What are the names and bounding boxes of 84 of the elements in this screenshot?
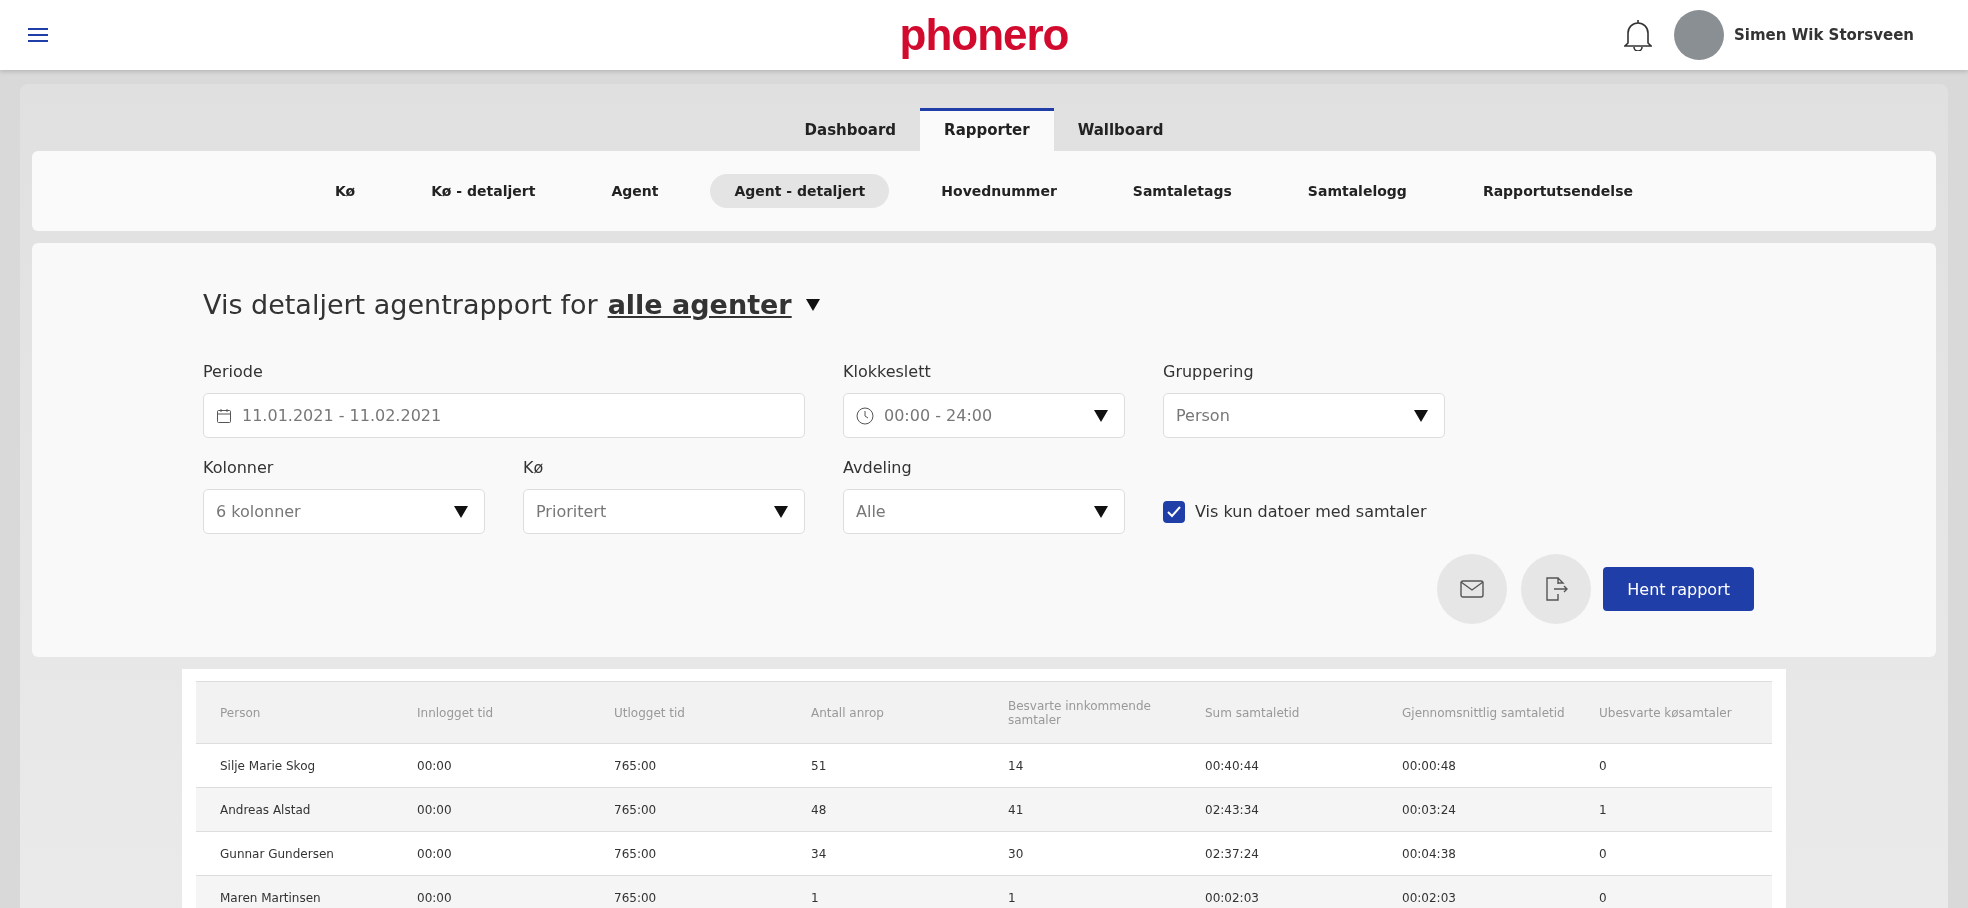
envelope-icon: [1460, 580, 1485, 598]
table-cell: Andreas Alstad: [196, 787, 393, 832]
table-cell: 30: [984, 831, 1181, 876]
table-cell: 00:00: [393, 787, 590, 832]
select-field[interactable]: 6 kolonner: [203, 489, 485, 534]
agent-scope-dropdown[interactable]: alle agenter: [607, 289, 820, 320]
table-cell: 00:02:03: [1378, 875, 1575, 908]
column-header: Utlogget tid: [590, 681, 787, 744]
report-tab[interactable]: Kø: [311, 174, 380, 208]
column-header: Person: [196, 681, 393, 744]
table-cell: 00:00:48: [1378, 743, 1575, 788]
user-name: Simen Wik Storsveen: [1734, 26, 1914, 44]
export-file-icon: [1543, 576, 1570, 602]
table-cell: 00:02:03: [1181, 875, 1378, 908]
main-tab[interactable]: Dashboard: [780, 108, 921, 151]
get-report-button[interactable]: Hent rapport: [1603, 567, 1754, 611]
table-cell: 00:00: [393, 743, 590, 788]
table-cell: 1: [984, 875, 1181, 908]
table-cell: 765:00: [590, 875, 787, 908]
report-tab[interactable]: Samtaletags: [1108, 174, 1256, 208]
clock-icon: [856, 406, 874, 425]
bell-icon[interactable]: [1624, 19, 1653, 51]
table-cell: 00:00: [393, 831, 590, 876]
table-cell: 765:00: [590, 831, 787, 876]
table-cell: 51: [787, 743, 984, 788]
date-range-field[interactable]: 11.01.2021 - 11.02.2021: [203, 393, 805, 438]
table-cell: 48: [787, 787, 984, 832]
main-tab[interactable]: Rapporter: [920, 108, 1054, 151]
report-tab[interactable]: Agent: [587, 174, 683, 208]
table-cell: 00:04:38: [1378, 831, 1575, 876]
table-cell: 14: [984, 743, 1181, 788]
column-header: Besvarte innkommende samtaler: [984, 681, 1181, 744]
field-label: Avdeling: [843, 458, 913, 477]
check-icon: [1167, 505, 1181, 518]
select-field[interactable]: Alle: [843, 489, 1125, 534]
caret-icon: [1094, 505, 1108, 518]
table-cell: 02:37:24: [1181, 831, 1378, 876]
logo: phonero: [899, 10, 1069, 60]
column-header: Innlogget tid: [393, 681, 590, 744]
field-label: Periode: [203, 362, 264, 381]
table-cell: Silje Marie Skog: [196, 743, 393, 788]
caret-icon: [774, 505, 788, 518]
field-label: Kø: [523, 458, 545, 477]
table-cell: 1: [787, 875, 984, 908]
checkbox-option[interactable]: Vis kun datoer med samtaler: [1163, 489, 1445, 534]
table-cell: 34: [787, 831, 984, 876]
column-header: Gjennomsnittlig samtaletid: [1378, 681, 1575, 744]
table-cell: 00:03:24: [1378, 787, 1575, 832]
field-label: Gruppering: [1163, 362, 1255, 381]
table-cell: 765:00: [590, 787, 787, 832]
checkbox[interactable]: [1163, 500, 1185, 523]
caret-icon: [1414, 409, 1428, 422]
report-tab[interactable]: Hovednummer: [917, 174, 1081, 208]
table-cell: 0: [1575, 875, 1772, 908]
field-label: Klokkeslett: [843, 362, 932, 381]
report-tab[interactable]: Agent - detaljert: [710, 174, 890, 208]
caret-icon: [805, 298, 820, 311]
table-cell: 00:40:44: [1181, 743, 1378, 788]
select-field[interactable]: Prioritert: [523, 489, 805, 534]
table-cell: 00:00: [393, 875, 590, 908]
field-label: Kolonner: [203, 458, 275, 477]
report-title: Vis detaljert agentrapport for: [203, 289, 598, 320]
table-cell: 1: [1575, 787, 1772, 832]
table-cell: 0: [1575, 743, 1772, 788]
column-header: Ubesvarte køsamtaler: [1575, 681, 1772, 744]
select-field[interactable]: Person: [1163, 393, 1445, 438]
time-select[interactable]: 00:00 - 24:00: [843, 393, 1125, 438]
column-header: Antall anrop: [787, 681, 984, 744]
main-tab[interactable]: Wallboard: [1053, 108, 1188, 151]
caret-icon: [454, 505, 468, 518]
caret-icon: [1094, 409, 1108, 422]
table-cell: 765:00: [590, 743, 787, 788]
column-header: Sum samtaletid: [1181, 681, 1378, 744]
table-cell: Maren Martinsen: [196, 875, 393, 908]
report-tab[interactable]: Rapportutsendelse: [1458, 174, 1657, 208]
table-cell: 02:43:34: [1181, 787, 1378, 832]
table-cell: Gunnar Gundersen: [196, 831, 393, 876]
menu-button[interactable]: [28, 27, 48, 43]
report-tab[interactable]: Samtalelogg: [1283, 174, 1431, 208]
avatar[interactable]: [1674, 10, 1725, 60]
report-tab[interactable]: Kø - detaljert: [407, 174, 560, 208]
calendar-icon: [216, 407, 232, 424]
table-cell: 0: [1575, 831, 1772, 876]
table-cell: 41: [984, 787, 1181, 832]
